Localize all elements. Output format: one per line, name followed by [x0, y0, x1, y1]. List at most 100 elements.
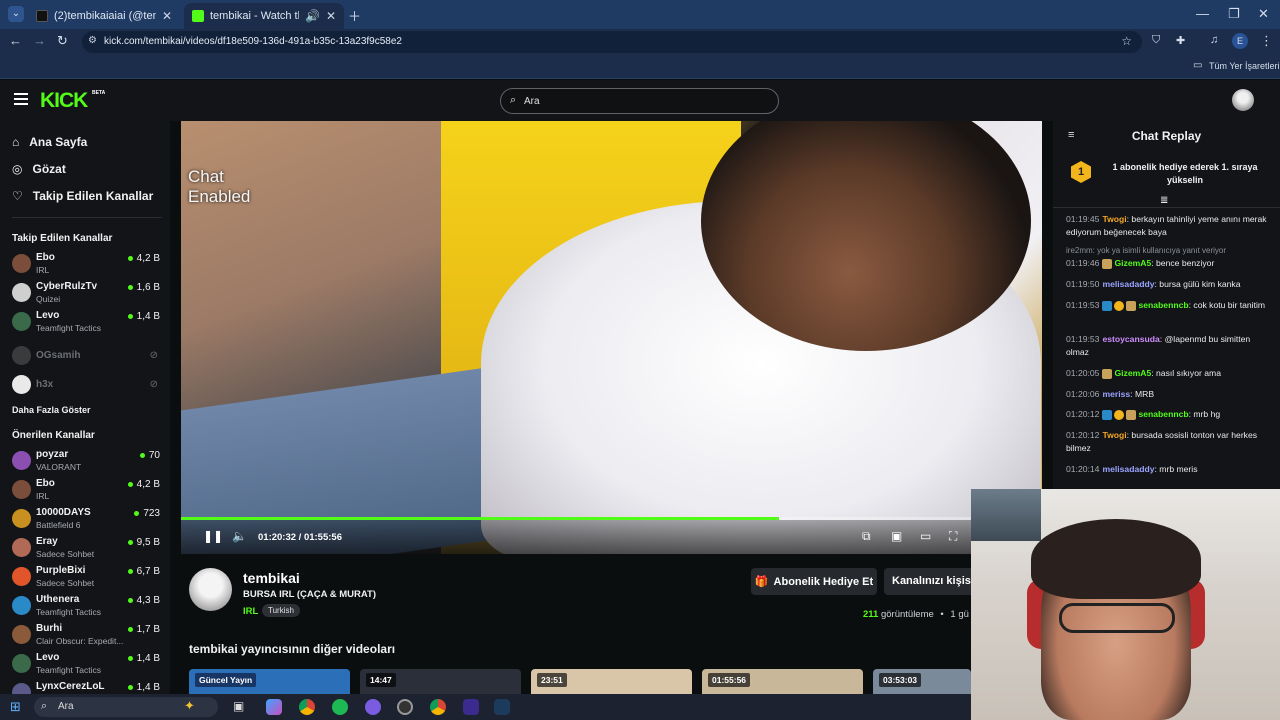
spotify-icon[interactable] — [332, 699, 348, 715]
back-button[interactable]: ← — [9, 33, 22, 48]
video-player[interactable]: Chat Enabled ❚❚ 🔈 01:20:32 / 01:55:56 ⧉ … — [181, 121, 1042, 554]
kick-logo[interactable]: KICK — [40, 89, 88, 113]
pip-icon[interactable]: ⧉ — [862, 529, 871, 544]
tab-kick-vod[interactable]: tembikai - Watch the VOD o 🔊 ✕ — [184, 3, 344, 29]
tab-tiktok[interactable]: (2)tembikaiaiai (@tembikaiaia) ✕ — [28, 3, 180, 29]
address-bar[interactable]: ⚙ kick.com/tembikai/videos/df18e509-136d… — [82, 31, 1142, 53]
language-tag[interactable]: Turkish — [262, 604, 300, 617]
nav-browse[interactable]: ◎ Gözat — [12, 162, 66, 176]
badge-icon — [1126, 300, 1137, 311]
tab-search-button[interactable]: ⌄ — [8, 6, 24, 22]
reload-button[interactable]: ↻ — [57, 33, 68, 49]
nav-following[interactable]: ♡ Takip Edilen Kanallar — [12, 189, 153, 203]
clip-icon[interactable]: ▣ — [891, 529, 902, 543]
viewer-count: 4,3 B — [128, 595, 160, 606]
recommended-channel[interactable]: Uthenera Teamfight Tactics 4,3 B — [12, 593, 160, 621]
windows-start-icon[interactable]: ⊞ — [10, 699, 21, 715]
chat-message: 01:20:05 GizemA5: nasıl sıkıyor ama — [1066, 368, 1221, 379]
message-text: bursa gülü kim kanka — [1159, 279, 1241, 289]
video-thumbnail[interactable]: 01:55:56 — [702, 669, 863, 694]
show-more-link[interactable]: Daha Fazla Göster — [12, 405, 91, 415]
followed-channel-h3x[interactable]: h3x ⊘ — [12, 372, 160, 400]
menu-kebab-icon[interactable]: ⋮ — [1260, 33, 1273, 49]
gift-subscription-button[interactable]: 🎁 Abonelik Hediye Et — [751, 568, 877, 595]
chat-message: 01:19:46 GizemA5: bence benziyor — [1066, 258, 1215, 269]
task-view-icon[interactable]: ▣ — [233, 699, 244, 713]
customize-channel-button[interactable]: Kanalınızı kişise — [884, 568, 974, 595]
username[interactable]: estoycansuda — [1102, 334, 1159, 344]
followed-channel-cyberrulztv[interactable]: CyberRulzTv Quizei 1,6 B — [12, 280, 160, 308]
new-tab-button[interactable]: ＋ — [348, 6, 361, 25]
username[interactable]: senabenncb — [1138, 300, 1188, 310]
shield-icon[interactable]: ⛉ — [1152, 34, 1160, 47]
channel-name: Eray — [36, 536, 58, 547]
fullscreen-icon[interactable]: ⛶ — [949, 529, 957, 544]
followed-channel-ogsamih[interactable]: OGsamih ⊘ — [12, 343, 160, 371]
taskbar-search[interactable]: ⌕ Ara ✦ — [34, 697, 218, 717]
volume-icon[interactable]: 🔈 — [232, 529, 247, 543]
all-bookmarks-link[interactable]: Tüm Yer İşaretleri — [1209, 61, 1280, 71]
bookmarks-bar: ▭ Tüm Yer İşaretleri — [0, 55, 1280, 79]
chrome-active-icon[interactable] — [430, 699, 446, 715]
recommended-channel[interactable]: PurpleBixi Sadece Sohbet 6,7 B — [12, 564, 160, 592]
obs-icon[interactable] — [397, 699, 413, 715]
streamer-avatar[interactable] — [189, 568, 232, 611]
close-tab-icon[interactable]: ✕ — [326, 9, 336, 23]
recommended-channel[interactable]: 10000DAYS Battlefield 6 723 — [12, 506, 160, 534]
followed-channel-levo[interactable]: Levo Teamfight Tactics 1,4 B — [12, 309, 160, 337]
username[interactable]: GizemA5 — [1114, 258, 1151, 268]
media-controls-icon[interactable]: ♫ — [1210, 34, 1218, 46]
video-thumbnail[interactable]: 23:51 — [531, 669, 692, 694]
copilot-icon[interactable] — [266, 699, 282, 715]
hamburger-menu-icon[interactable] — [14, 93, 28, 105]
username[interactable]: melisadaddy — [1102, 279, 1154, 289]
close-window-button[interactable]: ✕ — [1258, 6, 1269, 22]
nav-home[interactable]: ⌂ Ana Sayfa — [12, 135, 87, 149]
recommended-channel[interactable]: Ebo IRL 4,2 B — [12, 477, 160, 505]
viewer-count: 4,2 B — [128, 479, 160, 490]
minimize-button[interactable]: — — [1196, 6, 1209, 21]
gift-promo[interactable]: 1 1 abonelik hediye ederek 1. sıraya yük… — [1053, 149, 1280, 201]
gift-icon: 🎁 — [754, 576, 769, 588]
pause-icon[interactable]: ❚❚ — [203, 529, 223, 543]
streamer-name[interactable]: tembikai — [243, 570, 300, 586]
username[interactable]: senabenncb — [1138, 409, 1188, 419]
recommended-channel[interactable]: Eray Sadece Sohbet 9,5 B — [12, 535, 160, 563]
maximize-button[interactable]: ❐ — [1228, 6, 1240, 22]
discord-icon[interactable] — [365, 699, 381, 715]
recommended-channel[interactable]: Burhi Clair Obscur: Expedit... 1,7 B — [12, 622, 160, 650]
nav-following-label: Takip Edilen Kanallar — [32, 189, 154, 203]
search-box[interactable]: ⌕ Ara — [500, 88, 779, 114]
recommended-channel[interactable]: poyzar VALORANT 70 — [12, 448, 160, 476]
chrome-icon[interactable] — [299, 699, 315, 715]
steam-icon[interactable] — [494, 699, 510, 715]
site-info-icon[interactable]: ⚙ — [88, 35, 97, 46]
category-link[interactable]: IRL — [243, 606, 258, 617]
video-thumbnail[interactable]: 14:47 — [360, 669, 521, 694]
username[interactable]: GizemA5 — [1114, 368, 1151, 378]
recommended-channel[interactable]: Levo Teamfight Tactics 1,4 B — [12, 651, 160, 679]
close-tab-icon[interactable]: ✕ — [162, 9, 172, 23]
username[interactable]: meriss — [1102, 389, 1130, 399]
viewer-count: 9,5 B — [128, 537, 160, 548]
speaker-icon[interactable]: 🔊 — [305, 9, 320, 23]
forward-button[interactable]: → — [33, 33, 46, 48]
extensions-icon[interactable]: ✚ — [1176, 34, 1185, 47]
expand-promo-icon[interactable]: ≣ — [1160, 195, 1168, 206]
video-thumbnail[interactable]: 03:53:03 — [873, 669, 971, 694]
followed-channel-ebo[interactable]: Ebo IRL 4,2 B — [12, 251, 160, 279]
app-icon[interactable] — [463, 699, 479, 715]
compass-icon: ◎ — [12, 162, 23, 176]
theater-mode-icon[interactable]: ▭ — [920, 529, 931, 543]
user-avatar[interactable] — [1232, 89, 1254, 111]
search-input[interactable]: Ara — [524, 96, 540, 107]
username[interactable]: Twogi — [1102, 430, 1126, 440]
video-thumbnail[interactable]: Güncel Yayın — [189, 669, 350, 694]
chat-message: 01:20:12 Twogi: bursada sosisli tonton va… — [1066, 430, 1258, 453]
username[interactable]: melisadaddy — [1102, 464, 1154, 474]
recommended-channel[interactable]: LynxCerezLoL 1,4 B — [12, 680, 160, 694]
username[interactable]: Twogi — [1102, 214, 1126, 224]
bookmark-star-icon[interactable]: ☆ — [1121, 34, 1132, 48]
reply-context: ire2mm: yok ya isimli kullanıcıya yanıt … — [1066, 246, 1227, 255]
profile-avatar[interactable]: E — [1232, 33, 1248, 49]
